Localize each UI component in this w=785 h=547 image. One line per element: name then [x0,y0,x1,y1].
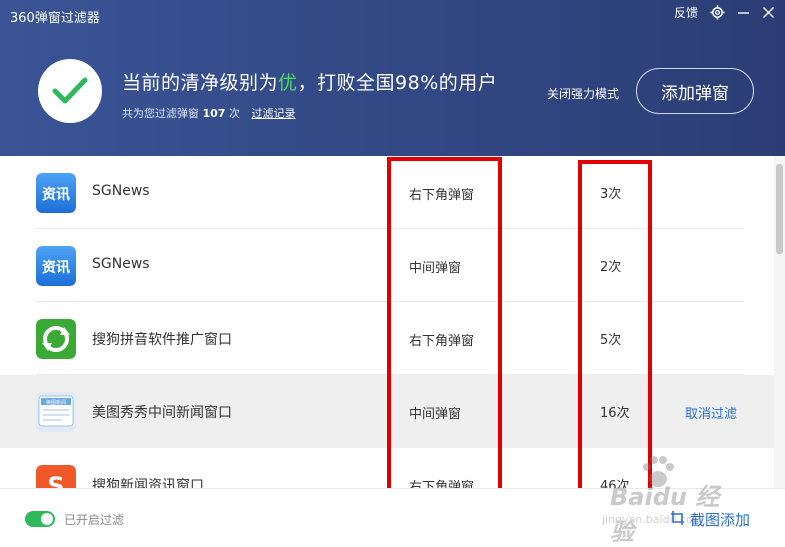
annotation-box-popup-type [387,157,502,494]
svg-text:美图新闻: 美图新闻 [46,399,66,406]
window-controls: 反馈 [674,4,775,21]
header-banner: 360弹窗过滤器 反馈 当前的清净级别为优，打败全国98%的用户 共为您过滤弹窗… [0,0,785,156]
news-app-icon: 资讯 [36,246,76,286]
app-name: SGNews [92,183,150,199]
annotation-box-count [578,160,652,494]
status-check-icon [38,59,102,123]
disable-strong-mode-link[interactable]: 关闭强力模式 [547,85,619,102]
screenshot-add-button[interactable]: 截图添加 [670,509,750,530]
screenshot-crop-icon [670,510,686,530]
app-name: 美图秀秀中间新闻窗口 [92,405,232,421]
app-name: SGNews [92,256,150,272]
news-app-icon: 资讯 [36,173,76,213]
filtered-count: 107 [202,107,226,120]
minimize-icon[interactable] [737,6,750,19]
sogou-news-icon: S [36,465,76,488]
close-icon[interactable] [762,6,775,19]
clean-level-value: 优 [278,72,298,94]
app-name: 搜狗拼音软件推广窗口 [92,332,232,348]
filtered-summary: 共为您过滤弹窗 107 次 过滤记录 [122,107,296,120]
toggle-knob [41,513,53,525]
footer-bar: 已开启过滤 截图添加 [0,488,785,543]
app-title: 360弹窗过滤器 [10,11,100,26]
svg-text:资讯: 资讯 [42,259,70,276]
list-scrollbar[interactable] [774,156,785,488]
meitu-news-icon: 美图新闻 [36,392,76,432]
feedback-link[interactable]: 反馈 [674,4,698,21]
settings-gear-icon[interactable] [710,5,725,20]
sogou-pinyin-icon [36,319,76,359]
clean-level-headline: 当前的清净级别为优，打败全国98%的用户 [122,72,498,94]
svg-text:资讯: 资讯 [42,186,70,203]
cancel-filter-link[interactable]: 取消过滤 [685,403,737,422]
filter-status-label: 已开启过滤 [64,513,125,527]
filter-toggle-switch[interactable] [25,511,55,527]
svg-text:S: S [47,472,64,488]
filter-history-link[interactable]: 过滤记录 [251,107,295,120]
add-popup-button[interactable]: 添加弹窗 [636,68,754,114]
app-name: 搜狗新闻资讯窗口 [92,478,204,488]
scrollbar-thumb[interactable] [776,164,783,254]
